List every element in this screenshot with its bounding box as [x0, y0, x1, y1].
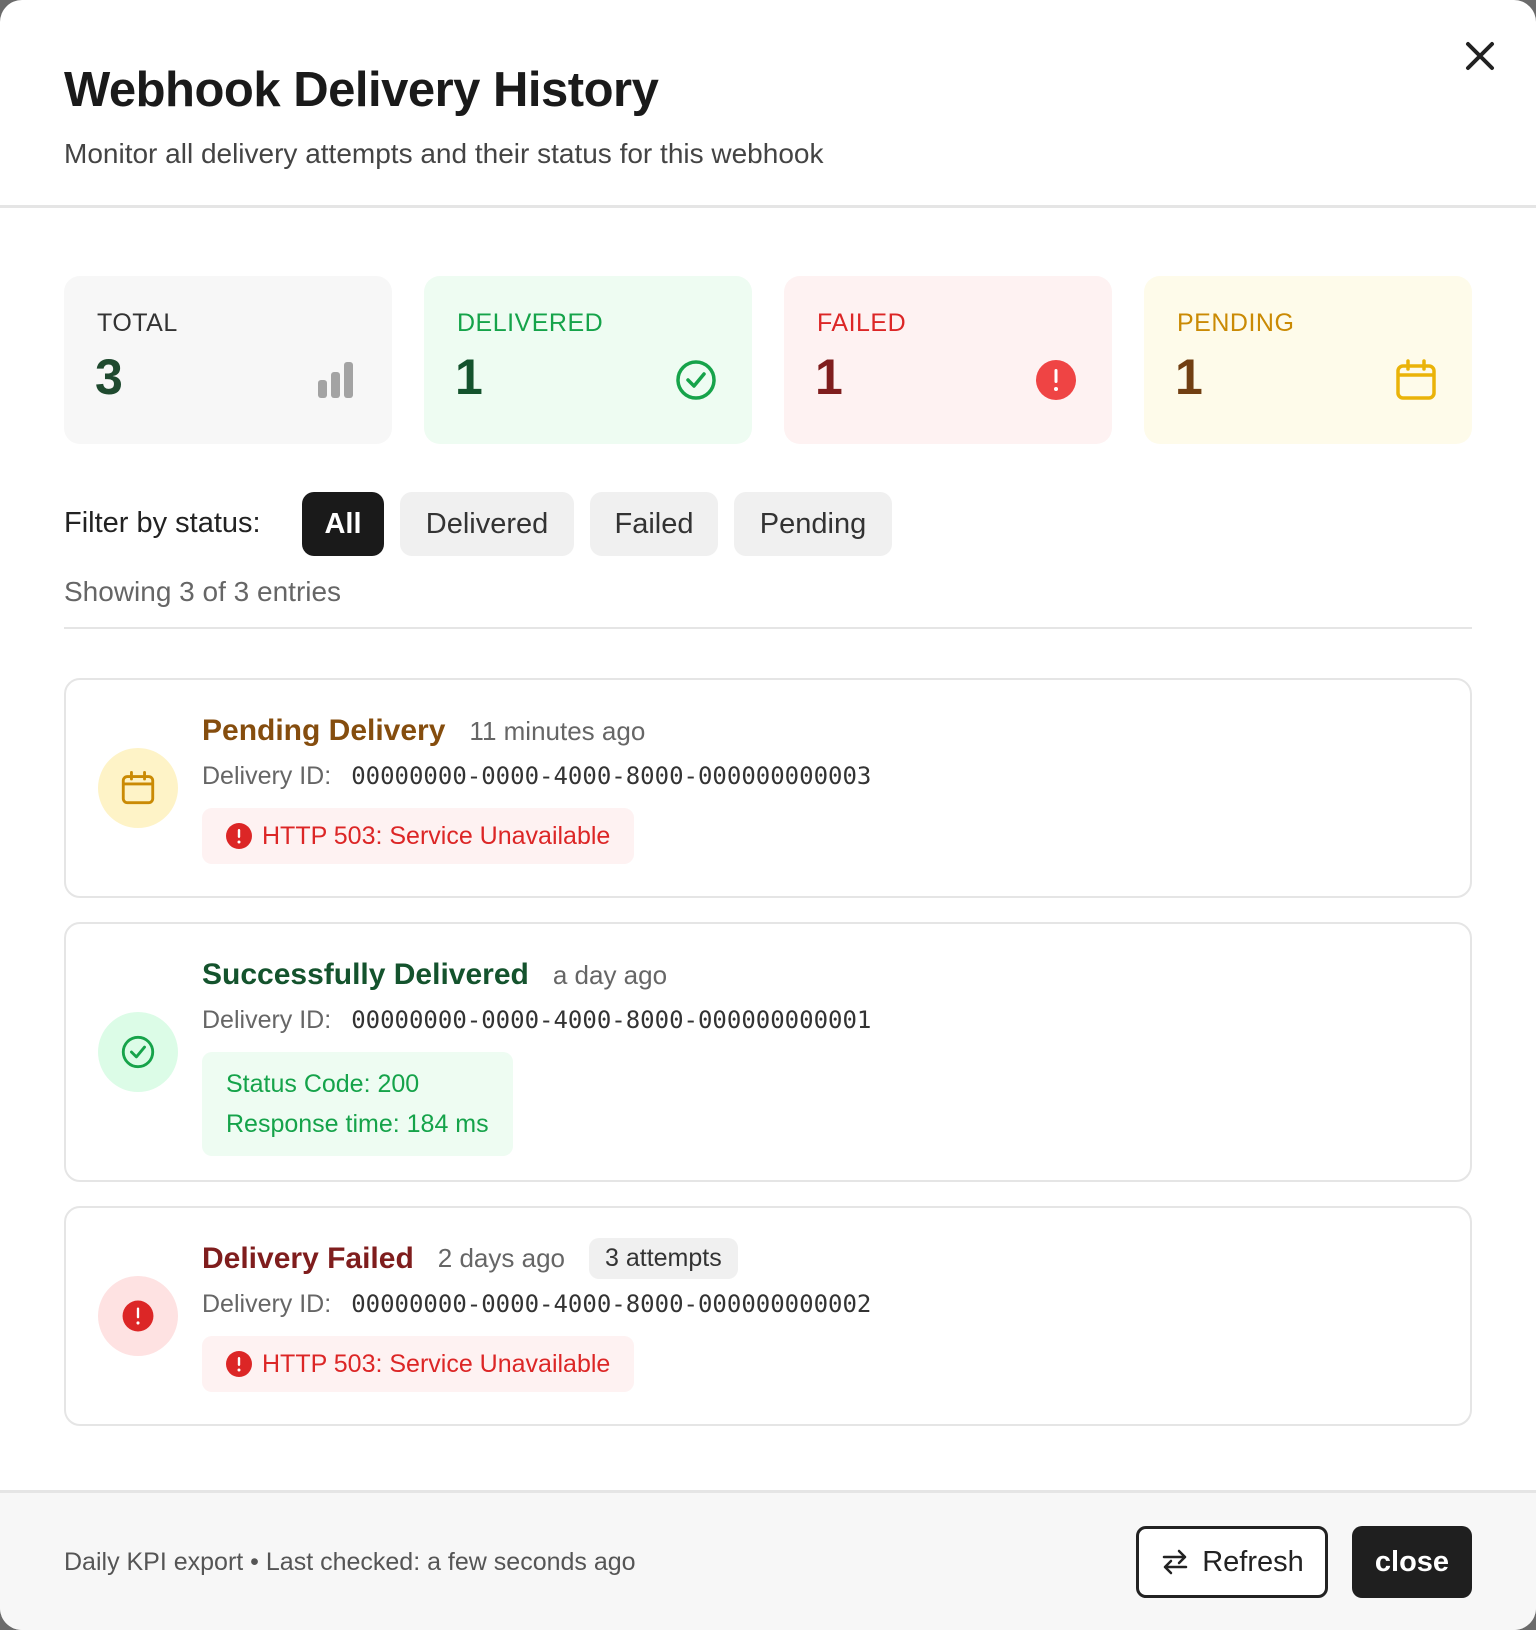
- status-code: Status Code: 200: [226, 1070, 420, 1098]
- calendar-icon: [98, 748, 178, 828]
- bar-chart-icon: [314, 358, 358, 402]
- delivery-id: Delivery ID: 00000000-0000-4000-8000-0000…: [202, 762, 871, 791]
- check-circle-icon: [674, 358, 718, 402]
- entry-title: Delivery Failed: [202, 1241, 414, 1275]
- footer-status-text: Daily KPI export • Last checked: a few s…: [64, 1548, 636, 1576]
- entry-time: a day ago: [552, 959, 668, 990]
- divider: [64, 627, 1472, 629]
- entries-count: Showing 3 of 3 entries: [64, 576, 342, 607]
- close-icon[interactable]: [1460, 36, 1500, 76]
- entry-header: Pending Delivery 11 minutes ago: [202, 714, 645, 748]
- filter-chip-all[interactable]: All: [302, 492, 384, 556]
- attempts-badge: 3 attempts: [589, 1238, 738, 1279]
- stat-value: 3: [95, 349, 123, 405]
- webhook-history-modal: Webhook Delivery History Monitor all del…: [0, 0, 1536, 1630]
- entry-header: Successfully Delivered a day ago: [202, 958, 667, 992]
- check-circle-icon: [98, 1012, 178, 1092]
- alert-circle-icon: [226, 1351, 252, 1377]
- error-message: HTTP 503: Service Unavailable: [202, 1336, 635, 1392]
- error-message: HTTP 503: Service Unavailable: [202, 808, 635, 864]
- delivery-id-label: Delivery ID:: [202, 1006, 332, 1034]
- delivery-id-label: Delivery ID:: [202, 762, 332, 790]
- delivery-id-value: 00000000-0000-4000-8000-000000000003: [351, 762, 872, 790]
- page-title: Webhook Delivery History: [64, 63, 659, 117]
- filter-chip-failed[interactable]: Failed: [590, 492, 718, 556]
- entry-title: Pending Delivery: [202, 714, 446, 747]
- stat-label: TOTAL: [97, 309, 178, 337]
- filter-chip-pending[interactable]: Pending: [734, 492, 892, 556]
- stat-card-delivered: DELIVERED 1: [424, 276, 752, 444]
- stat-label: DELIVERED: [457, 309, 604, 337]
- delivery-id: Delivery ID: 00000000-0000-4000-8000-0000…: [202, 1006, 871, 1035]
- refresh-label: Refresh: [1202, 1545, 1304, 1578]
- entry-title: Successfully Delivered: [202, 958, 529, 991]
- swap-arrows-icon: [1162, 1549, 1188, 1575]
- delivery-id-label: Delivery ID:: [202, 1290, 332, 1318]
- stat-value: 1: [815, 349, 843, 405]
- refresh-button[interactable]: Refresh: [1136, 1526, 1328, 1598]
- list-item[interactable]: Delivery Failed 2 days ago 3 attempts De…: [64, 1206, 1472, 1426]
- filter-label: Filter by status:: [64, 507, 261, 539]
- page-subtitle: Monitor all delivery attempts and their …: [64, 138, 824, 169]
- delivery-id: Delivery ID: 00000000-0000-4000-8000-0000…: [202, 1290, 871, 1319]
- alert-circle-icon: [1034, 358, 1078, 402]
- list-item[interactable]: Pending Delivery 11 minutes ago Delivery…: [64, 678, 1472, 898]
- entry-time: 2 days ago: [437, 1243, 565, 1273]
- stat-card-failed: FAILED 1: [784, 276, 1112, 444]
- response-details: Status Code: 200 Response time: 184 ms: [202, 1052, 513, 1156]
- stat-value: 1: [455, 349, 483, 405]
- close-button[interactable]: close: [1352, 1526, 1472, 1598]
- delivery-id-value: 00000000-0000-4000-8000-000000000001: [351, 1006, 872, 1034]
- error-text: HTTP 503: Service Unavailable: [262, 821, 611, 850]
- alert-circle-icon: [226, 823, 252, 849]
- error-text: HTTP 503: Service Unavailable: [262, 1349, 611, 1378]
- stat-card-total: TOTAL 3: [64, 276, 392, 444]
- alert-circle-icon: [98, 1276, 178, 1356]
- entry-header: Delivery Failed 2 days ago 3 attempts: [202, 1238, 738, 1279]
- stat-value: 1: [1175, 349, 1203, 405]
- filter-chip-delivered[interactable]: Delivered: [400, 492, 574, 556]
- response-time: Response time: 184 ms: [226, 1110, 489, 1138]
- modal-header: Webhook Delivery History Monitor all del…: [0, 0, 1536, 208]
- calendar-icon: [1394, 358, 1438, 402]
- stat-label: PENDING: [1177, 309, 1295, 337]
- delivery-id-value: 00000000-0000-4000-8000-000000000002: [351, 1290, 872, 1318]
- stat-card-pending: PENDING 1: [1144, 276, 1472, 444]
- stat-label: FAILED: [817, 309, 907, 337]
- list-item[interactable]: Successfully Delivered a day ago Deliver…: [64, 922, 1472, 1182]
- stats-row: TOTAL 3 DELIVERED 1 FAILED 1 PENDING 1: [64, 276, 1472, 444]
- entry-time: 11 minutes ago: [469, 715, 646, 746]
